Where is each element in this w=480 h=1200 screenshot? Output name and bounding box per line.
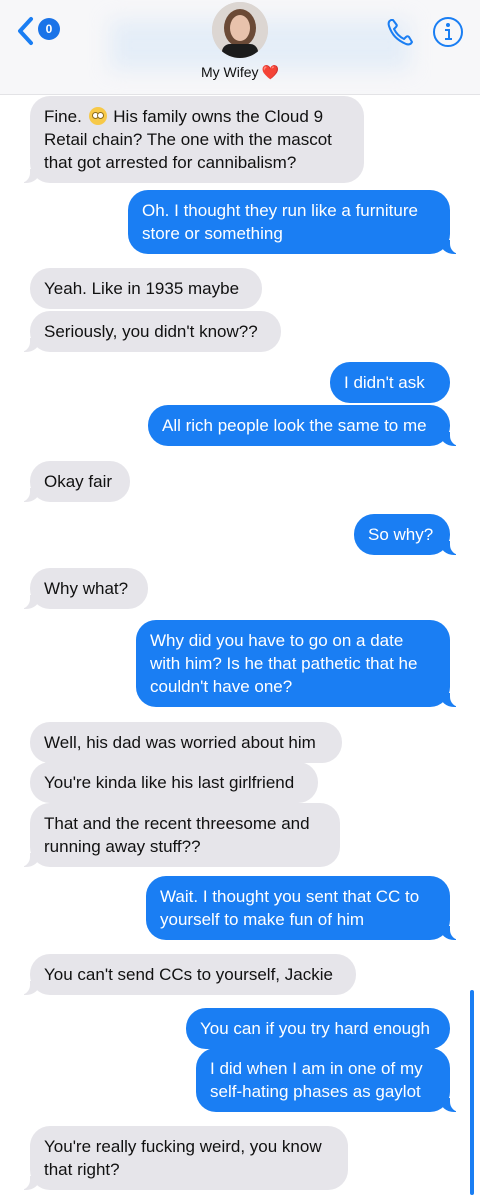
rolling-eyes-emoji-icon xyxy=(88,107,107,125)
message-bubble-incoming[interactable]: Yeah. Like in 1935 maybe xyxy=(30,268,262,309)
scrollbar[interactable] xyxy=(470,990,474,1195)
message-bubble-incoming[interactable]: You can't send CCs to yourself, Jackie xyxy=(18,954,356,995)
message-bubble-incoming[interactable]: That and the recent threesome and runnin… xyxy=(18,803,340,867)
back-button[interactable]: 0 xyxy=(16,16,62,46)
message-text: Yeah. Like in 1935 maybe xyxy=(44,279,240,298)
avatar-photo-icon xyxy=(212,2,268,58)
message-bubble-outgoing[interactable]: So why? xyxy=(354,514,462,555)
contact-name[interactable]: My Wifey ❤️ xyxy=(0,64,480,81)
message-text: You're kinda like his last girlfriend xyxy=(44,773,295,792)
info-icon xyxy=(433,17,463,47)
message-bubble-incoming[interactable]: Okay fair xyxy=(18,461,130,502)
unread-count-badge: 0 xyxy=(38,18,60,40)
message-bubble-outgoing[interactable]: All rich people look the same to me xyxy=(148,405,462,446)
avatar[interactable] xyxy=(212,2,268,58)
message-bubble-outgoing[interactable]: You can if you try hard enough xyxy=(186,1008,450,1049)
message-text: All rich people look the same to me xyxy=(162,416,427,435)
message-text: Okay fair xyxy=(44,472,113,491)
message-bubble-outgoing[interactable]: Oh. I thought they run like a furniture … xyxy=(128,190,462,254)
message-text: Oh. I thought they run like a furniture … xyxy=(142,201,418,243)
message-bubble-outgoing[interactable]: I didn't ask xyxy=(330,362,450,403)
message-bubble-incoming[interactable]: Why what? xyxy=(18,568,148,609)
message-text: So why? xyxy=(368,525,434,544)
message-bubble-incoming[interactable]: You're kinda like his last girlfriend xyxy=(30,762,318,803)
message-text: His family owns the Cloud 9 Retail chain… xyxy=(44,107,332,172)
message-text: You can if you try hard enough xyxy=(200,1019,430,1038)
message-text: Well, his dad was worried about him xyxy=(44,733,316,752)
message-text: I did when I am in one of my self-hating… xyxy=(210,1059,423,1101)
message-text: Seriously, you didn't know?? xyxy=(44,322,258,341)
conversation-header: 0 My Wifey ❤️ xyxy=(0,0,480,95)
message-bubble-outgoing[interactable]: Wait. I thought you sent that CC to your… xyxy=(146,876,462,940)
message-text: You can't send CCs to yourself, Jackie xyxy=(44,965,333,984)
message-text: You're really fucking weird, you know th… xyxy=(44,1137,322,1179)
message-text: I didn't ask xyxy=(344,373,425,392)
message-thread[interactable]: Fine. His family owns the Cloud 9 Retail… xyxy=(0,0,480,1200)
message-bubble-incoming[interactable]: Well, his dad was worried about him xyxy=(30,722,342,763)
back-chevron-icon xyxy=(18,17,33,45)
message-text: Why what? xyxy=(44,579,129,598)
info-button[interactable] xyxy=(430,14,466,50)
message-bubble-outgoing[interactable]: Why did you have to go on a date with hi… xyxy=(136,620,462,707)
contact-name-text: My Wifey xyxy=(201,64,259,80)
message-text: That and the recent threesome and runnin… xyxy=(44,814,310,856)
heart-emoji: ❤️ xyxy=(261,64,279,80)
message-text: Wait. I thought you sent that CC to your… xyxy=(160,887,420,929)
call-button[interactable] xyxy=(382,14,418,50)
message-bubble-incoming[interactable]: Fine. His family owns the Cloud 9 Retail… xyxy=(18,96,364,183)
phone-icon xyxy=(387,19,413,46)
message-bubble-incoming[interactable]: You're really fucking weird, you know th… xyxy=(18,1126,348,1190)
message-text: Fine. xyxy=(44,107,82,126)
message-bubble-outgoing[interactable]: I did when I am in one of my self-hating… xyxy=(196,1048,462,1112)
message-bubble-incoming[interactable]: Seriously, you didn't know?? xyxy=(18,311,281,352)
message-text: Why did you have to go on a date with hi… xyxy=(150,631,418,696)
